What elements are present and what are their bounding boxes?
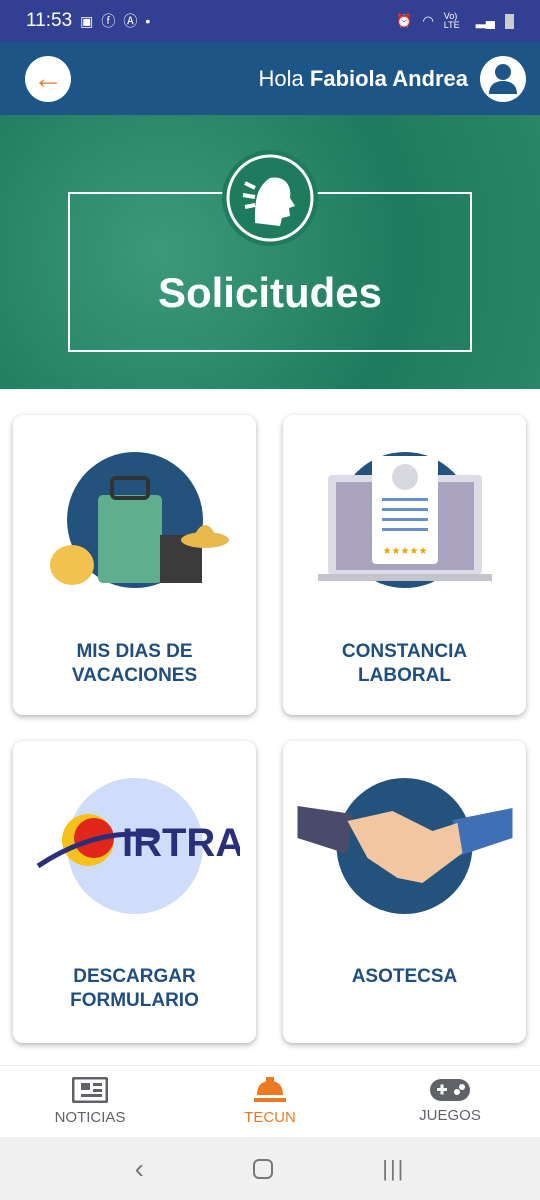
card-formulario[interactable]: IRTRA DESCARGAR FORMULARIO (13, 741, 256, 1043)
status-bar: 11:53 ▣ ⓕ Ⓐ • ⏰ ◠ Vo) LTE ▂▄ (0, 0, 540, 42)
nav-label: JUEGOS (419, 1107, 481, 1124)
app-header: ← Hola Fabiola Andrea (0, 42, 540, 115)
card-asotecsa[interactable]: ASOTECSA (283, 741, 526, 1043)
irtra-logo-icon: IRTRA (36, 778, 240, 914)
profile-button[interactable] (480, 55, 526, 102)
wifi-icon: ◠ (422, 13, 434, 28)
status-time: 11:53 (26, 10, 73, 31)
hard-hat-icon (254, 1077, 286, 1102)
greeting: Hola Fabiola Andrea (259, 66, 468, 92)
card-label: ASOTECSA (351, 966, 458, 987)
lte-label: Vo) LTE (443, 11, 460, 30)
teams-icon: ▣ (80, 12, 94, 29)
irtra-logo-text: IRTRA (122, 821, 240, 865)
svg-text:★★★★★: ★★★★★ (382, 546, 427, 557)
handshake-icon (297, 778, 512, 914)
card-label: MIS DIAS DE (76, 641, 193, 662)
card-label: FORMULARIO (70, 990, 199, 1011)
nav-tecun[interactable]: TECUN (180, 1066, 360, 1137)
greeting-text: Hola (258, 65, 304, 91)
gamepad-icon (430, 1079, 470, 1101)
system-home-icon[interactable] (253, 1158, 274, 1179)
system-nav-bar: ‹ ||| (0, 1137, 540, 1200)
card-vacaciones[interactable]: MIS DIAS DE VACACIONES (13, 415, 256, 715)
user-name: Fabiola Andrea (309, 65, 468, 91)
card-label: VACACIONES (71, 665, 198, 686)
battery-icon (505, 13, 514, 29)
app-icon: Ⓐ (123, 13, 138, 29)
bottom-nav: NOTICIAS TECUN JUEGOS (0, 1065, 540, 1137)
card-constancia[interactable]: ★★★★★ CONSTANCIA LABORAL (283, 415, 526, 715)
system-recents-icon[interactable]: ||| (382, 1156, 405, 1182)
page-title: Solicitudes (157, 269, 383, 316)
nav-juegos[interactable]: JUEGOS (360, 1066, 540, 1137)
card-label: CONSTANCIA (341, 641, 468, 662)
user-icon (489, 63, 517, 94)
back-button[interactable]: ← (25, 55, 71, 102)
system-back-icon[interactable]: ‹ (135, 1153, 144, 1185)
nav-noticias[interactable]: NOTICIAS (0, 1066, 180, 1137)
card-label: DESCARGAR (73, 966, 196, 987)
vacation-luggage-icon (49, 452, 229, 588)
resume-laptop-icon: ★★★★★ (317, 452, 492, 588)
hero-banner: Solicitudes (0, 115, 540, 389)
nav-label: NOTICIAS (54, 1109, 126, 1126)
arrow-left-icon: ← (33, 61, 63, 95)
facebook-icon: ⓕ (101, 13, 116, 29)
alarm-icon: ⏰ (396, 13, 413, 28)
newspaper-icon (72, 1077, 108, 1103)
nav-label: TECUN (244, 1109, 296, 1126)
card-label: LABORAL (358, 665, 451, 686)
dot-icon: • (145, 13, 151, 29)
signal-icon: ▂▄ (475, 13, 495, 28)
tecun-logo-icon (222, 150, 318, 246)
